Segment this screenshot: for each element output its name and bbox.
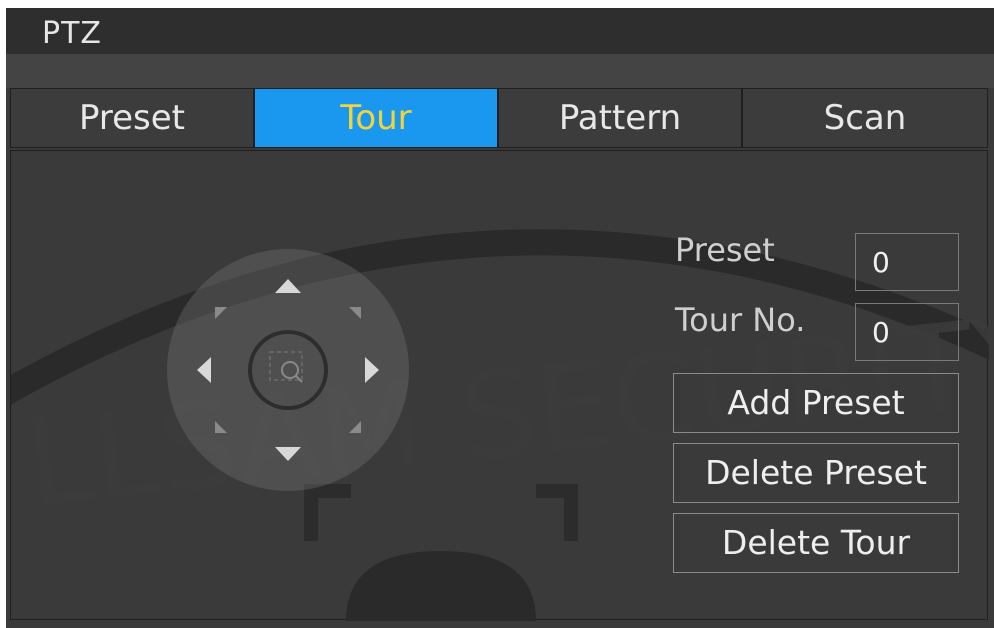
tab-tour[interactable]: Tour xyxy=(254,88,498,148)
left-arrow-icon[interactable] xyxy=(197,357,213,383)
tour-panel: LLSAM SECURITY Preset 0 Tour No. 0 Add P… xyxy=(10,150,989,621)
add-preset-button[interactable]: Add Preset xyxy=(673,373,959,433)
tab-scan[interactable]: Scan xyxy=(742,88,988,148)
right-arrow-icon[interactable] xyxy=(365,357,381,383)
tab-preset[interactable]: Preset xyxy=(10,88,254,148)
ptz-tabs: Preset Tour Pattern Scan xyxy=(10,88,988,150)
tour-no-label: Tour No. xyxy=(675,301,806,339)
down-arrow-icon[interactable] xyxy=(275,447,301,463)
delete-tour-button[interactable]: Delete Tour xyxy=(673,513,959,573)
tab-pattern[interactable]: Pattern xyxy=(498,88,742,148)
up-arrow-icon[interactable] xyxy=(275,279,301,295)
title-bar: PTZ xyxy=(6,8,994,54)
ptz-joystick[interactable] xyxy=(167,249,409,491)
preset-field[interactable]: 0 xyxy=(855,233,959,291)
preset-label: Preset xyxy=(675,231,775,269)
window-title: PTZ xyxy=(42,16,102,51)
delete-preset-button[interactable]: Delete Preset xyxy=(673,443,959,503)
tour-no-field[interactable]: 0 xyxy=(855,303,959,361)
title-subbar xyxy=(6,54,994,88)
